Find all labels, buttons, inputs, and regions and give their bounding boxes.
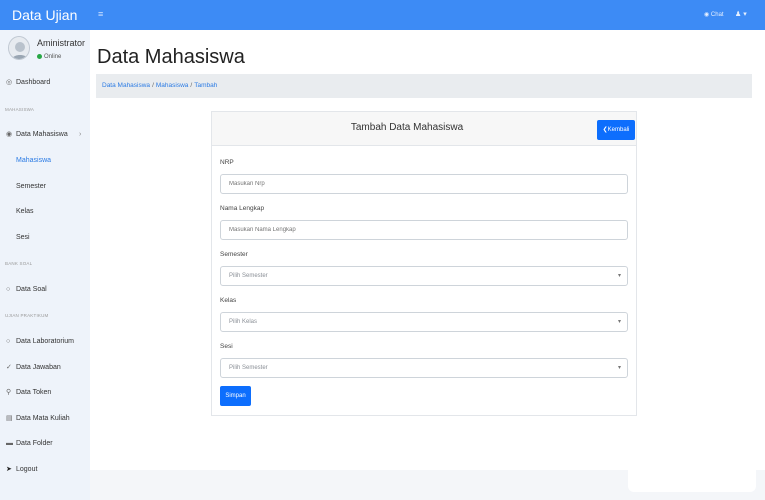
chevron-down-icon: ▾ [617, 319, 621, 325]
semester-select[interactable]: Pilih Semester ▾ [220, 266, 628, 286]
dashboard-icon: ◎ [6, 79, 13, 86]
nama-lengkap-input[interactable] [220, 220, 628, 240]
sidebar-item-semester[interactable]: Semester [0, 179, 90, 195]
avatar [8, 36, 30, 60]
user-name: Aministrator [37, 38, 86, 48]
caret-down-icon: ▾ [743, 11, 747, 18]
chat-link[interactable]: ◉ Chat [704, 10, 724, 20]
section-header-mahasiswa: MAHASISWA [5, 107, 35, 112]
sidebar-item-logout[interactable]: ➤ Logout [0, 462, 90, 478]
page-title: Data Mahasiswa [97, 46, 245, 68]
chevron-down-icon: ▾ [617, 365, 621, 371]
answer-icon: ✓ [6, 364, 12, 371]
lab-icon: ○ [6, 338, 11, 345]
form-card: Tambah Data Mahasiswa ❮Kembali NRP Nama … [211, 111, 637, 416]
chevron-right-icon: › [79, 131, 82, 138]
kelas-select[interactable]: Pilih Kelas ▾ [220, 312, 628, 332]
section-header-ujian: UJIAN PRAKTIKUM [5, 313, 49, 318]
nama-lengkap-label: Nama Lengkap [220, 205, 265, 212]
user-status: Online [37, 54, 61, 60]
user-icon: ♟ [735, 11, 742, 18]
bars-icon[interactable]: ≡ [98, 9, 106, 19]
back-button[interactable]: ❮Kembali [597, 120, 635, 140]
sesi-label: Sesi [220, 343, 233, 350]
book-icon: ▤ [6, 415, 13, 422]
kelas-select-value: Pilih Kelas [229, 319, 258, 325]
sidebar-item-kelas[interactable]: Kelas [0, 204, 90, 220]
sidebar-item-mahasiswa[interactable]: Mahasiswa [0, 153, 90, 169]
users-icon: ◉ [6, 131, 13, 138]
footer-panel [628, 462, 756, 492]
sidebar-item-data-mahasiswa[interactable]: ◉ Data Mahasiswa › [0, 127, 90, 143]
breadcrumb: Data Mahasiswa / Mahasiswa / Tambah [96, 74, 752, 98]
sidebar-item-data-token[interactable]: ⚲ Data Token [0, 385, 90, 401]
sidebar-item-dashboard[interactable]: ◎ Dashboard [0, 75, 90, 91]
breadcrumb-item-data-mahasiswa[interactable]: Data Mahasiswa [102, 82, 150, 89]
sidebar: Aministrator Online ◎ Dashboard MAHASISW… [0, 30, 90, 500]
sesi-select[interactable]: Pilih Semester ▾ [220, 358, 628, 378]
folder-icon: ▬ [6, 440, 13, 447]
chevron-down-icon: ▾ [617, 273, 621, 279]
card-title: Tambah Data Mahasiswa [350, 122, 464, 133]
section-header-bank-soal: BANK SOAL [5, 261, 33, 266]
chat-label: Chat [710, 12, 724, 18]
card-header: Tambah Data Mahasiswa ❮Kembali [212, 112, 636, 146]
sidebar-item-data-folder[interactable]: ▬ Data Folder [0, 436, 90, 452]
chat-icon: ○ [6, 286, 11, 293]
nrp-input[interactable] [220, 174, 628, 194]
sidebar-item-data-jawaban[interactable]: ✓ Data Jawaban [0, 360, 90, 376]
nrp-label: NRP [220, 159, 234, 166]
online-dot-icon [37, 54, 42, 59]
breadcrumb-item-tambah: Tambah [194, 82, 218, 89]
main-content: Data Mahasiswa Data Mahasiswa / Mahasiswa /… [90, 30, 765, 470]
user-dropdown[interactable]: ♟ ▾ [735, 10, 747, 20]
key-icon: ⚲ [6, 389, 12, 396]
sidebar-item-data-mata-kuliah[interactable]: ▤ Data Mata Kuliah [0, 411, 90, 427]
kelas-label: Kelas [220, 297, 237, 304]
breadcrumb-item-mahasiswa[interactable]: Mahasiswa [156, 82, 189, 89]
semester-label: Semester [220, 251, 248, 258]
save-button[interactable]: Simpan [220, 386, 251, 406]
sidebar-item-data-laboratorium[interactable]: ○ Data Laboratorium [0, 334, 90, 350]
logout-icon: ➤ [6, 466, 12, 473]
top-navbar: Data Ujian ≡ ◉ Chat ♟ ▾ [0, 0, 765, 30]
semester-select-value: Pilih Semester [229, 273, 268, 279]
sesi-select-value: Pilih Semester [229, 365, 268, 371]
brand-title[interactable]: Data Ujian [0, 0, 90, 30]
sidebar-item-sesi[interactable]: Sesi [0, 230, 90, 246]
sidebar-item-data-soal[interactable]: ○ Data Soal [0, 282, 90, 298]
